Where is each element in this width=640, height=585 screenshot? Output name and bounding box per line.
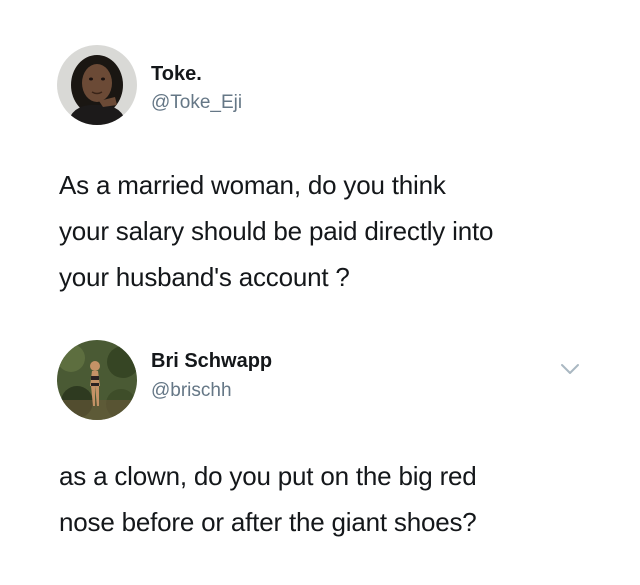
tweet-text: as a clown, do you put on the big red no… <box>59 453 477 545</box>
tweet-text: As a married woman, do you think your sa… <box>59 162 493 300</box>
tweet-text-line: nose before or after the giant shoes? <box>59 507 477 537</box>
avatar-bri[interactable] <box>57 340 137 420</box>
display-name[interactable]: Toke. <box>151 63 202 86</box>
tweet-text-line: as a clown, do you put on the big red <box>59 461 477 491</box>
handle[interactable]: @Toke_Eji <box>151 92 242 114</box>
display-name[interactable]: Bri Schwapp <box>151 350 272 373</box>
avatar-toke[interactable] <box>57 45 137 125</box>
tweet-text-line: your salary should be paid directly into <box>59 216 494 246</box>
chevron-down-icon[interactable] <box>560 362 580 376</box>
tweet-text-line: your husband's account ? <box>59 262 350 292</box>
tweet-text-line: As a married woman, do you think <box>59 170 446 200</box>
handle[interactable]: @brischh <box>151 380 232 402</box>
